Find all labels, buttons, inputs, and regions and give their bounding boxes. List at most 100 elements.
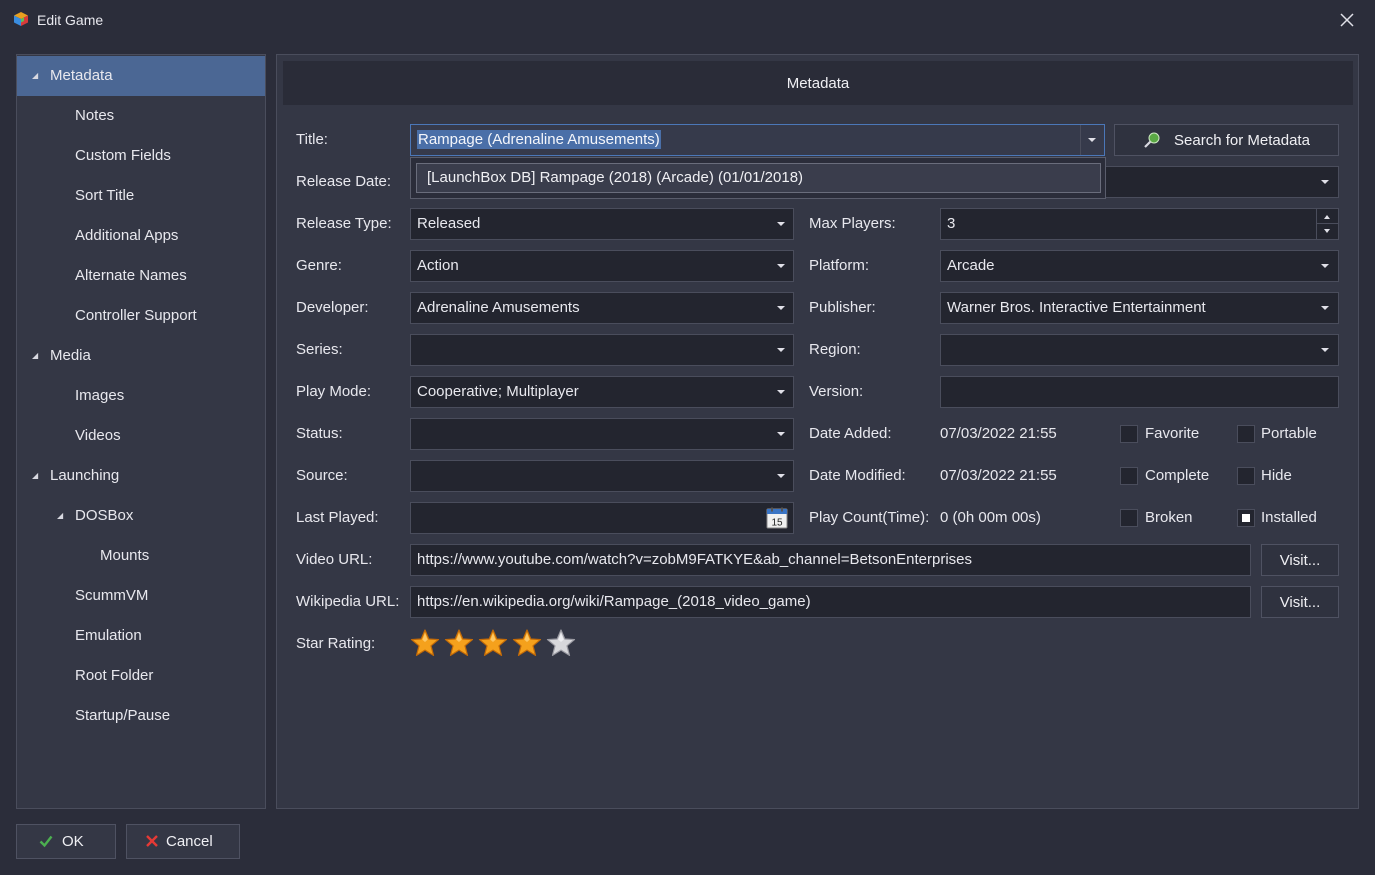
broken-label[interactable]: Broken — [1145, 508, 1193, 528]
hide-label[interactable]: Hide — [1261, 466, 1292, 486]
title-input-text[interactable]: Rampage (Adrenaline Amusements) — [417, 125, 661, 155]
collapse-arrow-icon[interactable]: ◢ — [32, 336, 42, 376]
sidebar-item-root-folder[interactable]: Root Folder — [17, 656, 265, 696]
favorite-label[interactable]: Favorite — [1145, 424, 1199, 444]
sidebar-item-dosbox[interactable]: ◢ DOSBox — [17, 496, 265, 536]
autocomplete-suggestion[interactable]: [LaunchBox DB] Rampage (2018) (Arcade) (… — [416, 163, 1101, 193]
wikipedia-url-input[interactable]: https://en.wikipedia.org/wiki/Rampage_(2… — [410, 586, 1251, 618]
hide-checkbox[interactable] — [1237, 467, 1255, 485]
chevron-down-icon — [1321, 306, 1329, 310]
sidebar-item-startup-pause[interactable]: Startup/Pause — [17, 696, 265, 736]
collapse-arrow-icon[interactable]: ◢ — [32, 56, 42, 96]
publisher-value: Warner Bros. Interactive Entertainment — [947, 299, 1206, 316]
date-modified-label: Date Modified: — [809, 467, 906, 484]
collapse-arrow-icon[interactable]: ◢ — [32, 456, 42, 496]
star-rating[interactable] — [410, 628, 576, 660]
version-input[interactable] — [940, 376, 1339, 408]
star-filled-icon[interactable] — [444, 628, 474, 658]
favorite-checkbox[interactable] — [1120, 425, 1138, 443]
installed-label[interactable]: Installed — [1261, 508, 1317, 528]
platform-dropdown[interactable]: Arcade — [940, 250, 1339, 282]
broken-checkbox[interactable] — [1120, 509, 1138, 527]
title-combobox[interactable]: Rampage (Adrenaline Amusements) — [410, 124, 1105, 156]
installed-checkbox[interactable] — [1237, 509, 1255, 527]
sidebar-item-controller-support[interactable]: Controller Support — [17, 296, 265, 336]
source-dropdown[interactable] — [410, 460, 794, 492]
complete-checkbox[interactable] — [1120, 467, 1138, 485]
sidebar-item-videos[interactable]: Videos — [17, 416, 265, 456]
release-type-value: Released — [417, 215, 481, 232]
release-type-label: Release Type: — [296, 215, 392, 232]
sidebar-item-mounts[interactable]: Mounts — [17, 536, 265, 576]
sidebar-item-custom-fields[interactable]: Custom Fields — [17, 136, 265, 176]
visit-video-url-button[interactable]: Visit... — [1261, 544, 1339, 576]
chevron-down-icon — [777, 348, 785, 352]
sidebar-item-scummvm[interactable]: ScummVM — [17, 576, 265, 616]
launchbox-cube-icon — [14, 12, 28, 26]
chevron-down-icon — [1321, 264, 1329, 268]
platform-label: Platform: — [809, 257, 870, 274]
star-empty-icon[interactable] — [546, 628, 576, 658]
portable-label[interactable]: Portable — [1261, 424, 1317, 444]
spinner-buttons — [1316, 209, 1338, 239]
sidebar-item-label: Additional Apps — [75, 227, 179, 244]
region-dropdown[interactable] — [940, 334, 1339, 366]
sidebar-item-additional-apps[interactable]: Additional Apps — [17, 216, 265, 256]
visit-label: Visit... — [1279, 593, 1321, 611]
developer-dropdown[interactable]: Adrenaline Amusements — [410, 292, 794, 324]
sidebar-item-label: Mounts — [100, 547, 150, 564]
genre-dropdown[interactable]: Action — [410, 250, 794, 282]
checkmark-icon — [39, 835, 53, 848]
sidebar-item-alternate-names[interactable]: Alternate Names — [17, 256, 265, 296]
increment-arrow-icon[interactable] — [1324, 215, 1330, 219]
video-url-input[interactable]: https://www.youtube.com/watch?v=zobM9FAT… — [410, 544, 1251, 576]
sidebar-item-media[interactable]: ◢ Media — [17, 336, 265, 376]
sidebar-item-label: Notes — [75, 107, 115, 124]
status-dropdown[interactable] — [410, 418, 794, 450]
sidebar-item-metadata[interactable]: ◢ Metadata — [17, 56, 265, 96]
sidebar-item-sort-title[interactable]: Sort Title — [17, 176, 265, 216]
sidebar-item-launching[interactable]: ◢ Launching — [17, 456, 265, 496]
sidebar-item-notes[interactable]: Notes — [17, 96, 265, 136]
panel-header: Metadata — [283, 61, 1353, 105]
release-type-dropdown[interactable]: Released — [410, 208, 794, 240]
star-filled-icon[interactable] — [512, 628, 542, 658]
version-label: Version: — [809, 383, 864, 400]
wikipedia-url-label: Wikipedia URL: — [296, 593, 400, 610]
cancel-label: Cancel — [166, 833, 213, 850]
max-players-spinner[interactable]: 3 — [940, 208, 1339, 240]
star-filled-icon[interactable] — [478, 628, 508, 658]
play-mode-dropdown[interactable]: Cooperative; Multiplayer — [410, 376, 794, 408]
sidebar-item-emulation[interactable]: Emulation — [17, 616, 265, 656]
magnifier-icon — [1144, 132, 1160, 148]
play-count-label: Play Count(Time): — [809, 509, 930, 526]
sidebar-item-label: ScummVM — [75, 587, 149, 604]
close-button[interactable] — [1333, 6, 1361, 34]
sidebar-item-images[interactable]: Images — [17, 376, 265, 416]
star-filled-icon[interactable] — [410, 628, 440, 658]
chevron-down-icon — [1088, 138, 1096, 142]
sidebar-item-label: Root Folder — [75, 667, 154, 684]
sidebar-item-label: Emulation — [75, 627, 142, 644]
chevron-down-icon — [777, 306, 785, 310]
publisher-dropdown[interactable]: Warner Bros. Interactive Entertainment — [940, 292, 1339, 324]
last-played-picker[interactable]: 15 — [410, 502, 794, 534]
visit-label: Visit... — [1279, 551, 1321, 569]
search-metadata-button[interactable]: Search for Metadata — [1114, 124, 1339, 156]
developer-label: Developer: — [296, 299, 369, 316]
cancel-button[interactable]: Cancel — [126, 824, 240, 859]
series-dropdown[interactable] — [410, 334, 794, 366]
complete-label[interactable]: Complete — [1145, 466, 1209, 486]
sidebar-item-label: Media — [50, 347, 91, 364]
sidebar-item-label: DOSBox — [75, 507, 134, 524]
visit-wikipedia-url-button[interactable]: Visit... — [1261, 586, 1339, 618]
title-dropdown-toggle[interactable] — [1080, 125, 1104, 155]
ok-button[interactable]: OK — [16, 824, 116, 859]
publisher-label: Publisher: — [809, 299, 876, 316]
collapse-arrow-icon[interactable]: ◢ — [57, 496, 67, 536]
calendar-icon[interactable]: 15 — [766, 507, 788, 529]
portable-checkbox[interactable] — [1237, 425, 1255, 443]
decrement-arrow-icon[interactable] — [1324, 229, 1330, 233]
play-mode-value: Cooperative; Multiplayer — [417, 383, 579, 400]
sidebar-item-label: Custom Fields — [75, 147, 171, 164]
